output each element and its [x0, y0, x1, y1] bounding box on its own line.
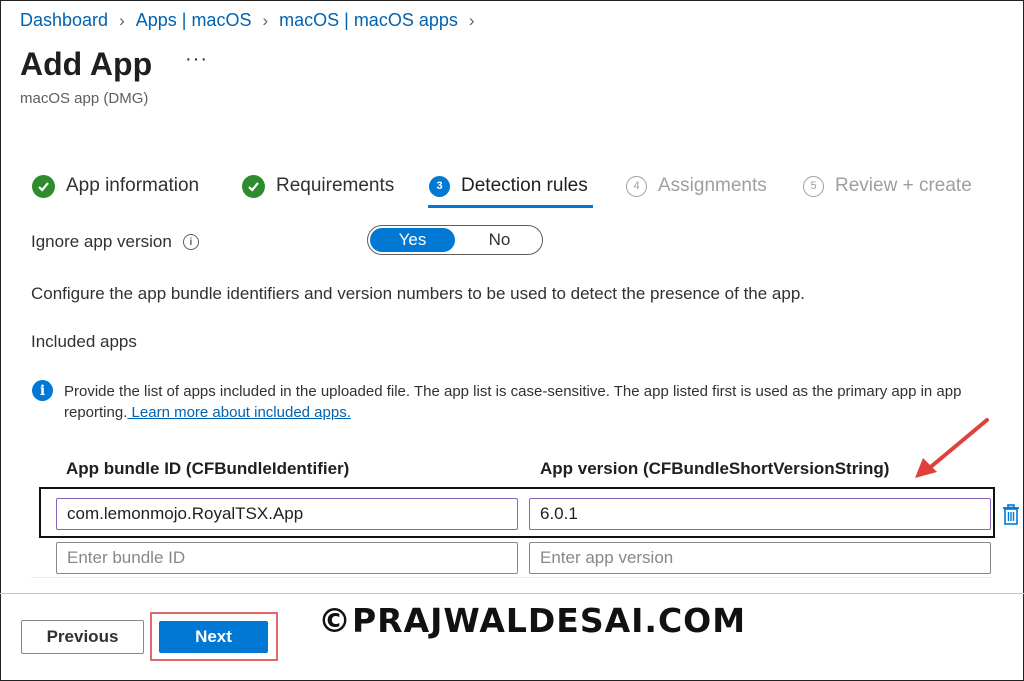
arrow-annotation-icon [915, 418, 989, 478]
chevron-right-icon: › [468, 10, 475, 30]
step-label: App information [66, 175, 200, 196]
new-bundle-id-input[interactable]: Enter bundle ID [56, 542, 518, 574]
chevron-right-icon: › [119, 10, 125, 30]
info-icon: i [32, 380, 53, 401]
step-detection-rules[interactable]: 3 Detection rules [429, 172, 588, 200]
window-frame [0, 0, 1024, 681]
toggle-option-yes[interactable]: Yes [370, 228, 455, 252]
breadcrumb-macos-apps[interactable]: macOS | macOS apps [279, 10, 458, 31]
step-number-badge: 3 [429, 175, 450, 197]
step-assignments[interactable]: 4 Assignments [626, 172, 767, 200]
new-app-version-input[interactable]: Enter app version [529, 542, 991, 574]
step-app-information[interactable]: App information [32, 172, 199, 200]
ignore-version-toggle[interactable]: Yes No [367, 225, 543, 255]
learn-more-link[interactable]: Learn more about included apps. [127, 404, 351, 421]
step-label: Detection rules [461, 175, 588, 196]
step-requirements[interactable]: Requirements [242, 172, 394, 200]
info-icon[interactable]: i [182, 234, 199, 250]
bundle-id-input[interactable]: com.lemonmojo.RoyalTSX.App [56, 498, 518, 530]
trash-icon[interactable] [1002, 504, 1020, 526]
breadcrumb-dashboard[interactable]: Dashboard [20, 10, 108, 31]
breadcrumb: Dashboard › Apps | macOS › macOS | macOS… [20, 10, 486, 31]
column-header-app-version: App version (CFBundleShortVersionString) [540, 459, 890, 478]
step-label: Requirements [276, 175, 395, 196]
active-step-underline [428, 205, 593, 208]
toggle-option-no[interactable]: No [457, 226, 542, 254]
footer-divider [0, 593, 1024, 594]
included-apps-heading: Included apps [31, 332, 137, 351]
previous-button[interactable]: Previous [21, 620, 144, 654]
table-divider [31, 577, 991, 578]
app-version-input[interactable]: 6.0.1 [529, 498, 991, 530]
step-review-create[interactable]: 5 Review + create [803, 172, 972, 200]
breadcrumb-apps-macos[interactable]: Apps | macOS [136, 10, 252, 31]
next-button[interactable]: Next [159, 621, 268, 653]
included-apps-info: Provide the list of apps included in the… [64, 381, 999, 423]
ignore-version-label: Ignore app version i [31, 232, 199, 252]
page-subtitle: macOS app (DMG) [20, 90, 149, 107]
column-header-bundle-id: App bundle ID (CFBundleIdentifier) [66, 459, 350, 478]
check-icon [242, 174, 265, 198]
more-options-button[interactable]: ··· [185, 48, 208, 71]
step-label: Review + create [835, 175, 972, 196]
detection-description: Configure the app bundle identifiers and… [31, 284, 806, 303]
check-icon [32, 174, 55, 198]
step-number-badge: 4 [626, 175, 647, 197]
step-number-badge: 5 [803, 175, 824, 197]
page-title: Add App [20, 46, 153, 82]
chevron-right-icon: › [262, 10, 269, 30]
watermark: ©PRAJWALDESAI.COM [318, 601, 747, 640]
ignore-version-text: Ignore app version [31, 232, 172, 251]
step-label: Assignments [658, 175, 767, 196]
